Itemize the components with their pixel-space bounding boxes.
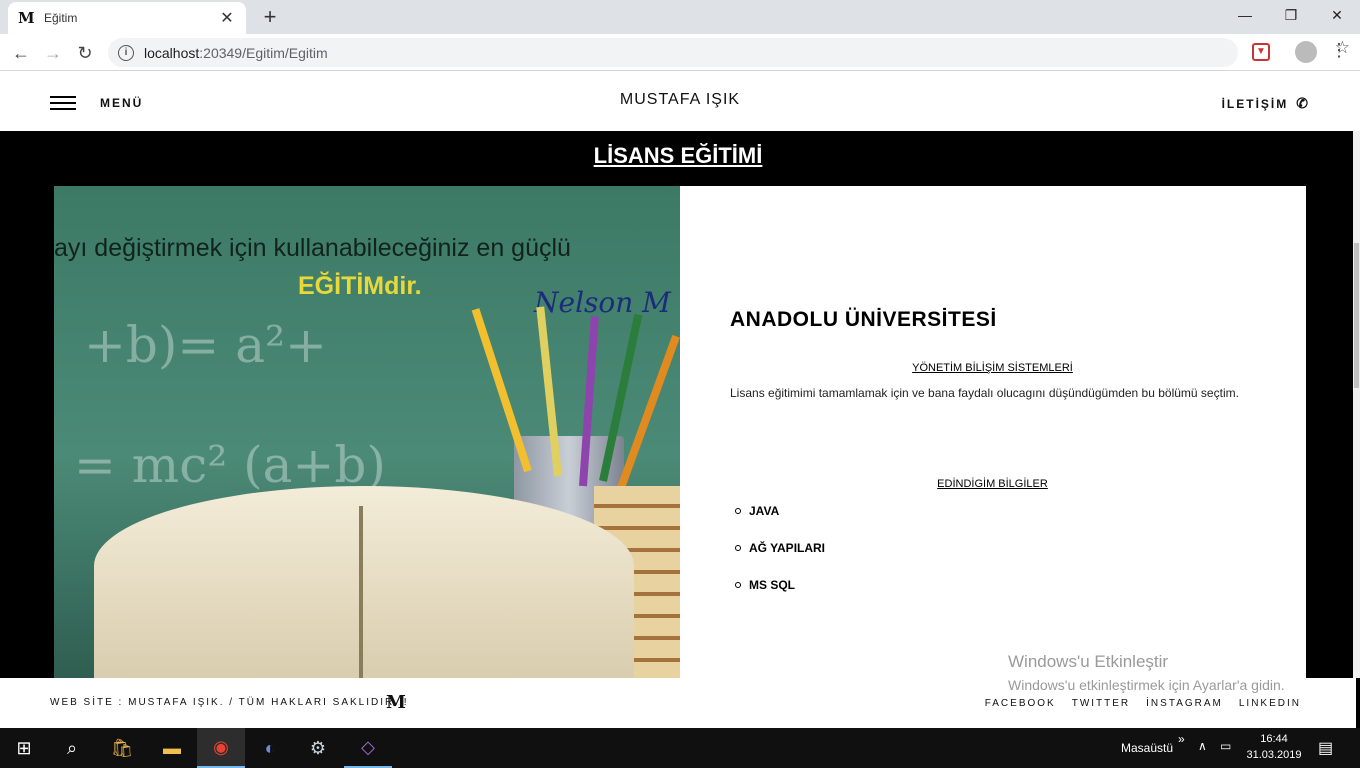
minimize-icon[interactable]: — bbox=[1222, 0, 1268, 30]
chalk-formula: = mc² (a+b) bbox=[74, 436, 386, 494]
bullet-icon bbox=[735, 508, 741, 514]
url-text: localhost:20349/Egitim/Egitim bbox=[144, 44, 328, 61]
network-icon[interactable]: ▭ bbox=[1220, 739, 1231, 753]
desktop-label[interactable]: Masaüstü bbox=[1121, 741, 1173, 755]
site-header: MENÜ MUSTAFA IŞIK İLETİŞİM ✆ bbox=[0, 71, 1360, 131]
facebook-link[interactable]: FACEBOOK bbox=[985, 698, 1056, 709]
twitter-link[interactable]: TWITTER bbox=[1072, 698, 1130, 709]
discord-icon[interactable]: ◐ bbox=[246, 728, 294, 768]
tab-title: Eğitim bbox=[44, 11, 78, 25]
skill-label: JAVA bbox=[749, 504, 780, 518]
department-name: YÖNETİM BİLİŞİM SİSTEMLERİ bbox=[912, 362, 1073, 374]
menu-kebab-icon[interactable]: ⋮ bbox=[1330, 40, 1348, 61]
skill-label: MS SQL bbox=[749, 578, 796, 592]
back-icon[interactable]: ← bbox=[8, 40, 34, 66]
address-bar[interactable]: i localhost:20349/Egitim/Egitim bbox=[108, 38, 1238, 67]
hero-quote: ayı değiştirmek için kullanabileceğiniz … bbox=[54, 234, 571, 262]
bullet-icon bbox=[735, 582, 741, 588]
department-description: Lisans eğitimimi tamamlamak için ve bana… bbox=[730, 386, 1239, 400]
skill-label: AĞ YAPILARI bbox=[749, 541, 826, 555]
chrome-icon[interactable]: ◉ bbox=[197, 728, 245, 768]
university-name: ANADOLU ÜNİVERSİTESİ bbox=[730, 308, 997, 331]
list-item: MS SQL bbox=[735, 578, 825, 615]
taskbar-clock[interactable]: 16:44 31.03.2019 bbox=[1240, 731, 1308, 763]
close-icon[interactable]: ✕ bbox=[1314, 0, 1360, 30]
copyright-text: WEB SİTE : MUSTAFA IŞIK. / TÜM HAKLARI S… bbox=[50, 697, 409, 708]
restore-icon[interactable]: ❐ bbox=[1268, 0, 1314, 30]
browser-toolbar: ← → ↻ i localhost:20349/Egitim/Egitim ☆ bbox=[0, 34, 1360, 71]
tray-chevron-icon[interactable]: ∧ bbox=[1198, 739, 1207, 753]
activation-watermark-text: Windows'u etkinleştirmek için Ayarlar'a … bbox=[1008, 677, 1285, 693]
hero-quote-highlight: EĞİTİMdir. bbox=[298, 272, 422, 300]
extension-icon[interactable]: ▼ bbox=[1252, 43, 1270, 61]
skills-list: JAVA AĞ YAPILARI MS SQL bbox=[735, 504, 825, 615]
site-brand[interactable]: MUSTAFA IŞIK bbox=[0, 91, 1360, 109]
instagram-link[interactable]: İNSTAGRAM bbox=[1146, 698, 1223, 709]
clock-date: 31.03.2019 bbox=[1246, 749, 1302, 761]
social-links: FACEBOOK TWITTER İNSTAGRAM LINKEDIN bbox=[985, 698, 1301, 709]
book-spine bbox=[359, 506, 363, 678]
windows-taskbar: ⊞ ⌕ 🛍 ▬ ◉ ◐ ⚙ ◇ Masaüstü » ∧ ▭ 16:44 31.… bbox=[0, 728, 1360, 768]
forward-icon[interactable]: → bbox=[40, 40, 66, 66]
activation-watermark-title: Windows'u Etkinleştir bbox=[1008, 652, 1169, 671]
chalk-formula: +b)= a²+ bbox=[84, 316, 327, 374]
open-book bbox=[94, 486, 634, 678]
windows-start-icon[interactable]: ⊞ bbox=[0, 728, 48, 768]
list-item: AĞ YAPILARI bbox=[735, 541, 825, 578]
phone-icon: ✆ bbox=[1296, 95, 1310, 111]
scrollbar[interactable] bbox=[1353, 131, 1360, 678]
linkedin-link[interactable]: LINKEDIN bbox=[1239, 698, 1301, 709]
bullet-icon bbox=[735, 545, 741, 551]
site-favicon: M bbox=[18, 9, 35, 27]
scrollbar-thumb[interactable] bbox=[1354, 243, 1359, 388]
footer-logo[interactable]: M bbox=[386, 692, 406, 713]
tab-close-icon[interactable]: ✕ bbox=[218, 8, 236, 28]
education-info-panel: ANADOLU ÜNİVERSİTESİ YÖNETİM BİLİŞİM SİS… bbox=[680, 186, 1306, 678]
hero-image: +b)= a²+ = mc² (a+b) ayı değiştirmek içi… bbox=[54, 186, 680, 678]
new-tab-icon[interactable]: + bbox=[258, 4, 282, 30]
pencil bbox=[471, 308, 532, 473]
steam-icon[interactable]: ⚙ bbox=[294, 728, 342, 768]
file-explorer-icon[interactable]: ▬ bbox=[148, 728, 196, 768]
hero-signature: Nelson M bbox=[534, 286, 671, 319]
contact-link[interactable]: İLETİŞİM ✆ bbox=[1222, 95, 1310, 112]
clock-time: 16:44 bbox=[1260, 733, 1288, 745]
info-icon[interactable]: i bbox=[118, 44, 134, 61]
list-item: JAVA bbox=[735, 504, 825, 541]
profile-icon[interactable] bbox=[1295, 41, 1317, 63]
section-title: LİSANS EĞİTİMİ bbox=[593, 143, 763, 168]
reload-icon[interactable]: ↻ bbox=[72, 40, 98, 66]
notification-icon[interactable]: ▤ bbox=[1318, 738, 1333, 758]
toolbar-expand-icon[interactable]: » bbox=[1178, 732, 1185, 746]
contact-label: İLETİŞİM bbox=[1221, 96, 1289, 111]
browser-tab[interactable]: M Eğitim ✕ bbox=[8, 2, 246, 34]
learned-heading: EDİNDİGİM BİLGİLER bbox=[937, 478, 1048, 490]
browser-tab-strip: M Eğitim ✕ + — ❐ ✕ bbox=[0, 0, 1360, 34]
store-icon[interactable]: 🛍 bbox=[98, 728, 146, 768]
visual-studio-icon[interactable]: ◇ bbox=[344, 728, 392, 768]
search-icon[interactable]: ⌕ bbox=[48, 728, 96, 768]
